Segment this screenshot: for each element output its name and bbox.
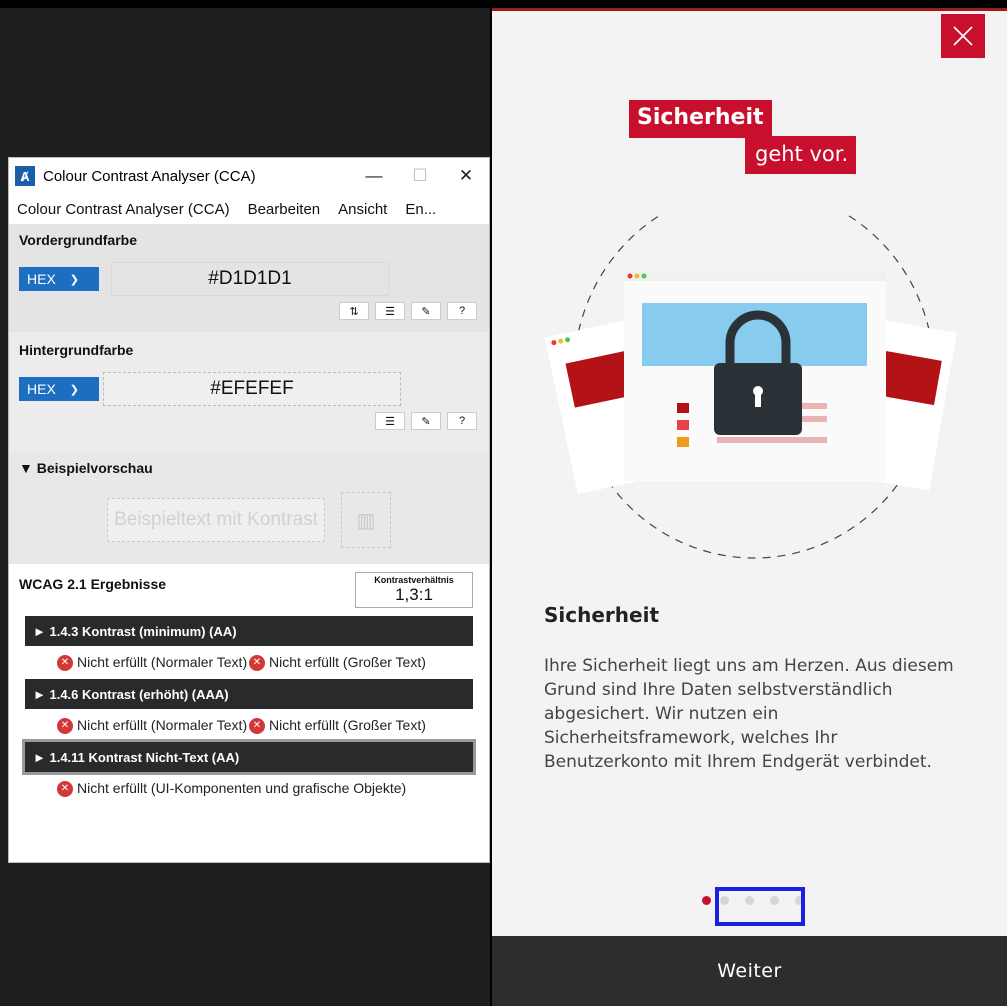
background-format-value: HEX [27,381,56,397]
close-icon [953,26,973,46]
criterion-header[interactable]: ► 1.4.3 Kontrast (minimum) (AA) [25,616,473,646]
cca-app-icon: Ⱥ [15,166,35,186]
chevron-down-icon: ❯ [69,273,80,286]
minimize-icon[interactable]: — [351,166,397,186]
security-illustration [544,213,957,559]
brand-line-1: Sicherheit [629,100,772,138]
eyedropper-icon[interactable]: ✎ [411,412,441,430]
criterion-1-4-6: ► 1.4.6 Kontrast (erhöht) (AAA) ✕ Nicht e… [25,679,473,734]
slide-title: Sicherheit [544,603,659,627]
brand-logo: Sicherheit geht vor. [629,100,857,174]
background-label: Hintergrundfarbe [19,342,134,358]
menu-item-more[interactable]: En... [405,201,436,218]
pagination-dot-active[interactable] [702,896,711,905]
criterion-header[interactable]: ► 1.4.11 Kontrast Nicht-Text (AA) [22,739,476,775]
colour-contrast-analyser-window: Ⱥ Colour Contrast Analyser (CCA) — ☐ ✕ C… [8,157,490,863]
criterion-header[interactable]: ► 1.4.6 Kontrast (erhöht) (AAA) [25,679,473,709]
fail-icon: ✕ [57,655,73,671]
swap-colors-icon[interactable]: ⇅ [339,302,369,320]
sliders-icon[interactable]: ☰ [375,302,405,320]
result-large-text: Nicht erfüllt (Großer Text) [269,654,426,670]
wcag-results: WCAG 2.1 Ergebnisse Kontrastverhältnis 1… [9,564,489,797]
onboarding-screen: Sicherheit geht vor. Sicherheit Ihre Sic… [492,8,1007,1006]
menu-bar: Colour Contrast Analyser (CCA) Bearbeite… [9,194,489,224]
background-format-select[interactable]: HEX ❯ [19,377,99,401]
slide-description: Ihre Sicherheit liegt uns am Herzen. Aus… [544,656,954,772]
criterion-1-4-11: ► 1.4.11 Kontrast Nicht-Text (AA) ✕ Nicht… [22,739,476,797]
highlight-frame [715,887,805,926]
background-tools: ☰ ✎ ? [19,412,477,430]
fail-icon: ✕ [57,781,73,797]
menu-item-app[interactable]: Colour Contrast Analyser (CCA) [17,201,230,218]
foreground-section: Vordergrundfarbe HEX ❯ #D1D1D1 ⇅ ☰ ✎ ? [9,224,489,332]
fail-icon: ✕ [249,655,265,671]
result-normal-text: Nicht erfüllt (Normaler Text) [77,717,248,733]
criterion-1-4-3: ► 1.4.3 Kontrast (minimum) (AA) ✕ Nicht e… [25,616,473,671]
result-ui-components: Nicht erfüllt (UI-Komponenten und grafis… [77,780,407,796]
background-hex-input[interactable]: #EFEFEF [103,372,401,406]
foreground-label: Vordergrundfarbe [19,232,137,248]
contrast-ratio-box: Kontrastverhältnis 1,3:1 [355,572,473,608]
fail-icon: ✕ [57,718,73,734]
preview-section: ▼ Beispielvorschau Beispieltext mit Kont… [9,452,489,564]
preview-sample-text: Beispieltext mit Kontrast [107,498,325,542]
fail-icon: ✕ [249,718,265,734]
help-icon[interactable]: ? [447,302,477,320]
preview-toggle[interactable]: ▼ Beispielvorschau [19,460,479,476]
window-title: Colour Contrast Analyser (CCA) [43,167,256,185]
results-heading: WCAG 2.1 Ergebnisse [19,576,167,592]
next-button[interactable]: Weiter [492,936,1007,1006]
foreground-format-value: HEX [27,271,56,287]
foreground-tools: ⇅ ☰ ✎ ? [19,302,477,320]
result-normal-text: Nicht erfüllt (Normaler Text) [77,654,248,670]
foreground-format-select[interactable]: HEX ❯ [19,267,99,291]
brand-line-2: geht vor. [745,136,857,174]
close-button[interactable] [941,14,985,58]
foreground-hex-input[interactable]: #D1D1D1 [111,262,389,296]
window-titlebar: Ⱥ Colour Contrast Analyser (CCA) — ☐ ✕ [9,158,489,194]
screen-top-border [0,0,1007,8]
menu-item-view[interactable]: Ansicht [338,201,387,218]
chart-icon: ▥ [340,492,391,548]
sliders-icon[interactable]: ☰ [375,412,405,430]
maximize-icon: ☐ [412,166,428,185]
contrast-ratio-label: Kontrastverhältnis [374,575,454,585]
menu-item-edit[interactable]: Bearbeiten [248,201,321,218]
top-accent-line [492,8,1007,11]
eyedropper-icon[interactable]: ✎ [411,302,441,320]
help-icon[interactable]: ? [447,412,477,430]
contrast-ratio-value: 1,3:1 [395,585,433,604]
background-section: Hintergrundfarbe HEX ❯ #EFEFEF ☰ ✎ ? [9,332,489,452]
result-large-text: Nicht erfüllt (Großer Text) [269,717,426,733]
chevron-down-icon: ❯ [69,383,80,396]
window-close-icon[interactable]: ✕ [443,166,489,186]
